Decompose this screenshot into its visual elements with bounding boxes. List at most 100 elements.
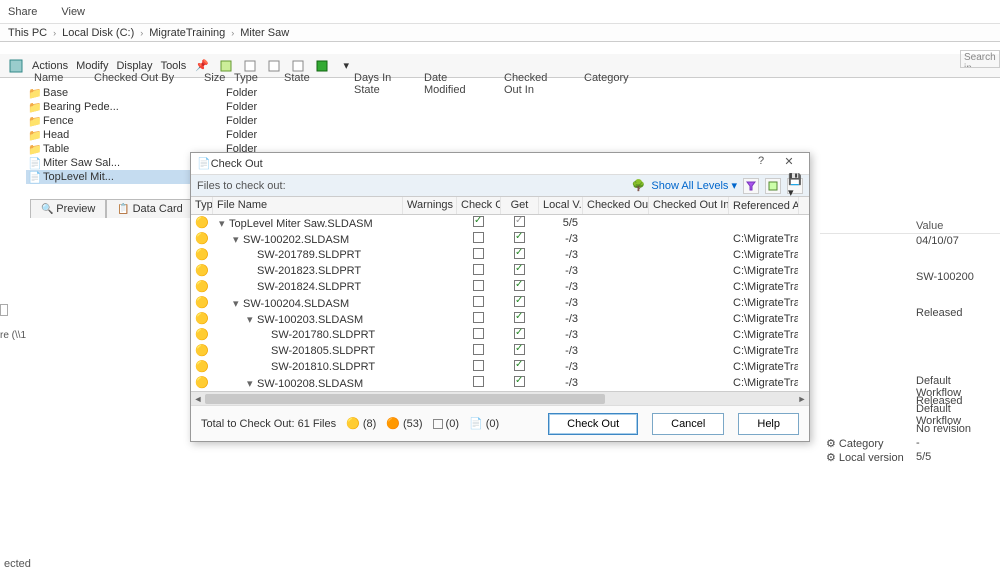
col-checked-out-in[interactable]: Checked Out In [649,197,729,214]
file-name: SW-201805.SLDPRT [271,345,375,357]
check-out-checkbox[interactable] [473,216,484,227]
check-out-checkbox[interactable] [473,264,484,275]
tree-item[interactable]: 📁FenceFolder [26,114,326,128]
breadcrumb-item[interactable]: MigrateTraining [149,27,225,39]
get-checkbox[interactable] [514,248,525,259]
tree-item[interactable]: 📁BaseFolder [26,86,326,100]
tree-item[interactable]: 📁HeadFolder [26,128,326,142]
col-days[interactable]: Days In State [346,70,416,88]
get-checkbox[interactable] [514,344,525,355]
help-button[interactable]: Help [738,413,799,435]
get-checkbox[interactable] [514,328,525,339]
scroll-right-icon[interactable]: ► [795,392,809,406]
tree-item-name: Table [43,143,183,155]
col-category[interactable]: Category [576,70,646,88]
tab-preview[interactable]: 🔍 Preview [30,199,106,218]
expand-icon[interactable]: ▾ [233,297,243,310]
grid-row[interactable]: 🟡 ▾SW-100204.SLDASM -/3 C:\MigrateTrair [191,295,809,311]
grid-row[interactable]: 🟡 ▾SW-100203.SLDASM -/3 C:\MigrateTrair [191,311,809,327]
local-version: -/3 [539,297,583,309]
cancel-button[interactable]: Cancel [652,413,724,435]
col-checked-out-in[interactable]: Checked Out In [496,70,576,88]
expand-icon[interactable]: ▾ [247,377,257,390]
grid-row[interactable]: 🟡 ▾SW-100202.SLDASM -/3 C:\MigrateTrair [191,231,809,247]
col-check-out[interactable]: Check Out [457,197,501,214]
get-checkbox[interactable] [514,360,525,371]
property-row: Default Workflow [820,380,1000,394]
col-date-modified[interactable]: Date Modified [416,70,496,88]
drawing-icon [433,419,443,429]
scroll-left-icon[interactable]: ◄ [191,392,205,406]
grid-row[interactable]: 🟡 SW-201824.SLDPRT -/3 C:\MigrateTrair [191,279,809,295]
grid-row[interactable]: 🟡 SW-201789.SLDPRT -/3 C:\MigrateTrair [191,247,809,263]
get-checkbox[interactable] [514,280,525,291]
columns-icon[interactable] [765,178,781,194]
expand-icon[interactable]: ▾ [247,313,257,326]
search-input[interactable]: Search in [960,50,1000,68]
action-icon[interactable] [8,58,24,74]
help-icon[interactable]: ? [747,155,775,173]
check-out-checkbox[interactable] [473,248,484,259]
filter-icon[interactable] [743,178,759,194]
breadcrumb[interactable]: This PC› Local Disk (C:)› MigrateTrainin… [0,24,1000,42]
show-all-levels[interactable]: Show All Levels ▾ [651,179,737,192]
col-local-version[interactable]: Local V... [539,197,583,214]
check-out-checkbox[interactable] [473,232,484,243]
col-referenced-as[interactable]: Referenced As ▴ [729,197,799,214]
menu-share[interactable]: Share [8,6,37,18]
expand-icon[interactable]: ▾ [219,217,229,230]
prop-key: ⚙ Category [820,437,910,450]
tree-item[interactable]: 📁Bearing Pede...Folder [26,100,326,114]
part-icon: 🟠 [386,417,400,430]
expand-icon[interactable]: ▾ [233,233,243,246]
grid-row[interactable]: 🟡 SW-201810.SLDPRT -/3 C:\MigrateTrair [191,359,809,375]
grid-row[interactable]: 🟡 ▾TopLevel Miter Saw.SLDASM 5/5 [191,215,809,231]
get-checkbox[interactable] [514,312,525,323]
tree-item-type: Folder [186,101,257,113]
tree-item-type: Folder [186,129,257,141]
col-get[interactable]: Get [501,197,539,214]
tab-data-card[interactable]: 📋 Data Card [106,199,193,218]
get-checkbox[interactable] [514,232,525,243]
check-out-checkbox[interactable] [473,328,484,339]
file-type-icon: 🟡 [195,376,209,390]
col-warnings[interactable]: Warnings [403,197,457,214]
grid-row[interactable]: 🟡 SW-201823.SLDPRT -/3 C:\MigrateTrair [191,263,809,279]
horizontal-scrollbar[interactable]: ◄ ► [191,391,809,405]
grid-row[interactable]: 🟡 SW-201805.SLDPRT -/3 C:\MigrateTrair [191,343,809,359]
referenced-as: C:\MigrateTrair [729,345,799,357]
file-type-icon: 🟡 [195,344,209,358]
file-name: SW-201789.SLDPRT [257,249,361,261]
file-type-icon: 🟡 [195,264,209,278]
file-icon: 📄 [28,171,40,183]
col-checked-out-by[interactable]: Checked Out ... [583,197,649,214]
referenced-as: C:\MigrateTrair [729,361,799,373]
col-type[interactable]: Type [191,197,213,214]
col-file-name[interactable]: File Name [213,197,403,214]
check-out-checkbox[interactable] [473,296,484,307]
local-version: -/3 [539,249,583,261]
file-name: SW-100204.SLDASM [243,298,349,310]
save-icon[interactable]: 💾▾ [787,178,803,194]
drive-label: re (\\1 [0,330,26,341]
close-icon[interactable]: ✕ [775,155,803,173]
grid-row[interactable]: 🟡 SW-201780.SLDPRT -/3 C:\MigrateTrair [191,327,809,343]
breadcrumb-item[interactable]: Local Disk (C:) [62,27,134,39]
check-out-checkbox[interactable] [473,312,484,323]
local-version: -/3 [539,313,583,325]
check-out-button[interactable]: Check Out [548,413,638,435]
get-checkbox[interactable] [514,296,525,307]
get-checkbox[interactable] [514,264,525,275]
check-out-checkbox[interactable] [473,376,484,387]
get-checkbox[interactable] [514,376,525,387]
breadcrumb-item[interactable]: Miter Saw [240,27,289,39]
grid-row[interactable]: 🟡 ▾SW-100208.SLDASM -/3 C:\MigrateTrair [191,375,809,391]
menu-view[interactable]: View [61,6,85,18]
folder-icon: 📁 [28,115,40,127]
check-out-checkbox[interactable] [473,280,484,291]
get-checkbox[interactable] [514,216,525,227]
check-out-checkbox[interactable] [473,344,484,355]
check-out-checkbox[interactable] [473,360,484,371]
breadcrumb-item[interactable]: This PC [8,27,47,39]
scroll-thumb[interactable] [205,394,605,404]
